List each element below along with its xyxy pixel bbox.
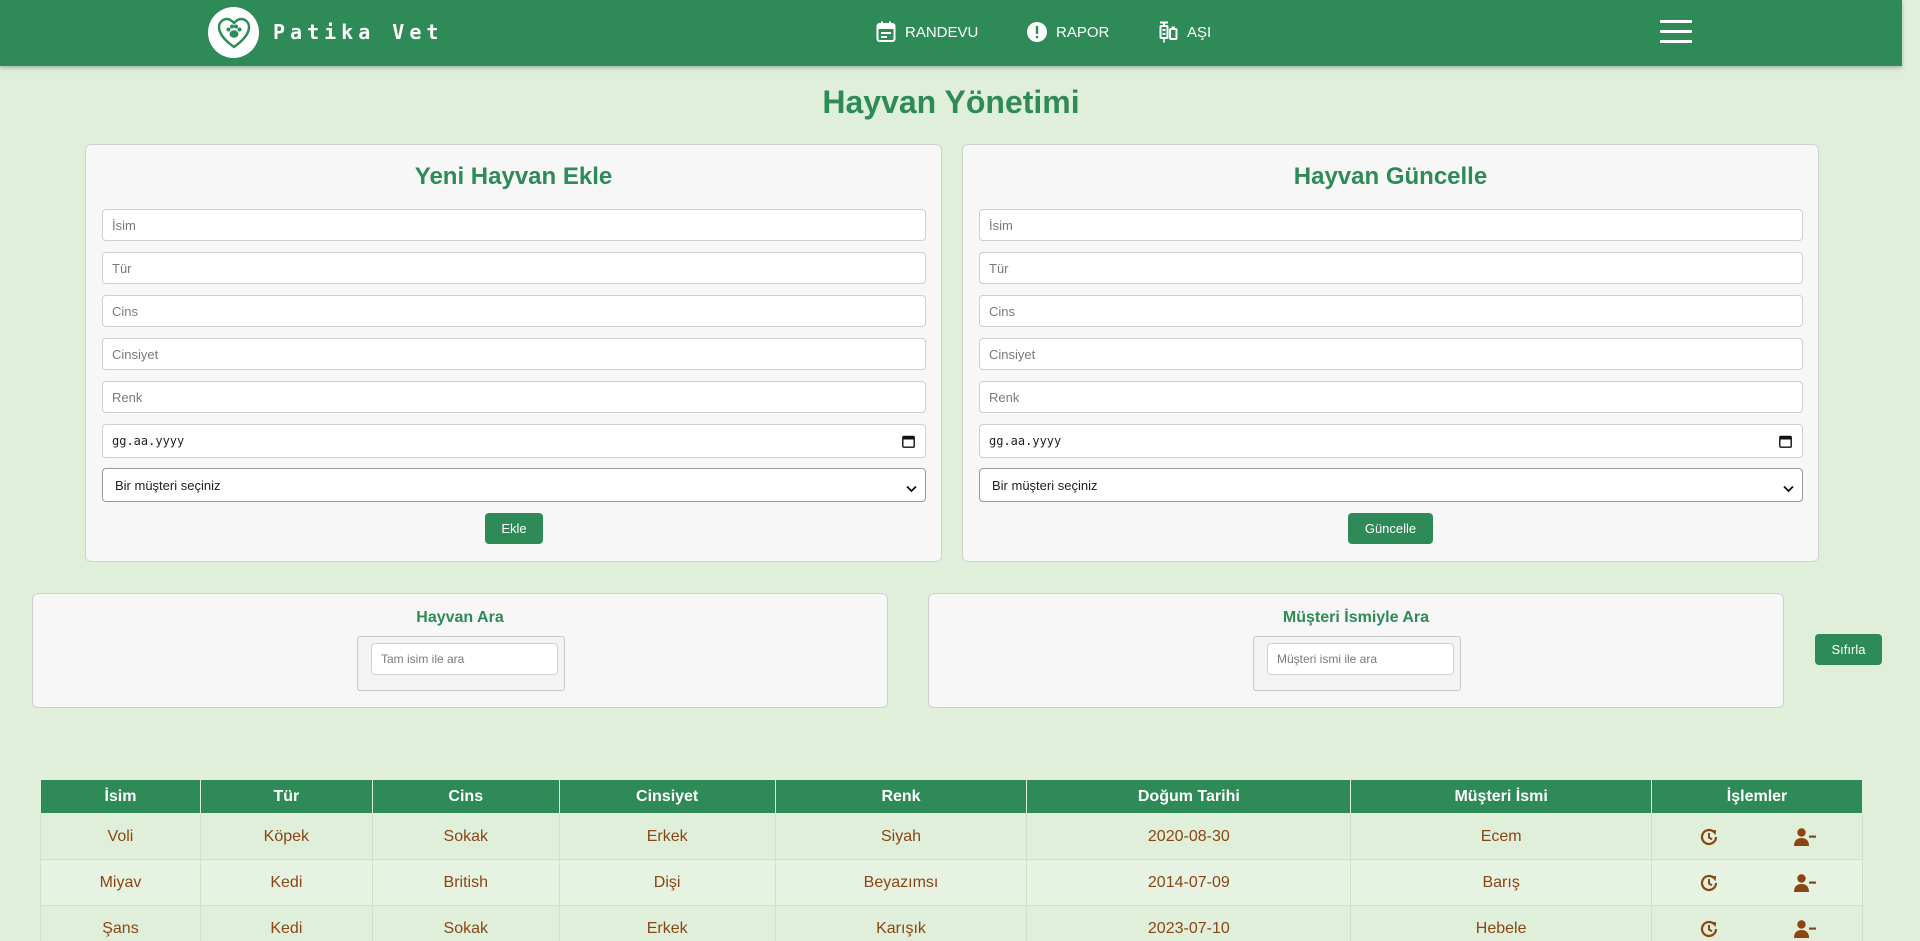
- cell-breed: British: [371, 859, 560, 906]
- nav-link-asi[interactable]: AŞI: [1158, 21, 1211, 43]
- header-actions: İşlemler: [1651, 779, 1863, 814]
- cell-customer: Hebele: [1350, 905, 1653, 941]
- search-animal-input[interactable]: [371, 643, 558, 675]
- cell-actions: [1651, 905, 1863, 941]
- cell-breed: Sokak: [371, 813, 560, 860]
- cell-species: Kedi: [199, 905, 373, 941]
- reset-button[interactable]: Sıfırla: [1815, 634, 1882, 665]
- cell-color: Siyah: [774, 813, 1028, 860]
- add-animal-form: Yeni Hayvan Ekle gg.aa.yyyy Bir müşteri …: [85, 144, 942, 562]
- table-row[interactable]: Miyav Kedi British Dişi Beyazımsı 2014-0…: [40, 859, 1863, 906]
- nav-label-asi: AŞI: [1187, 23, 1212, 41]
- search-animal-box: [357, 636, 565, 691]
- date-placeholder: gg.aa.yyyy: [989, 434, 1062, 448]
- paw-heart-logo-icon[interactable]: [208, 7, 259, 58]
- update-animal-form: Hayvan Güncelle gg.aa.yyyy Bir müşteri s…: [962, 144, 1819, 562]
- cell-name: Şans: [40, 905, 201, 941]
- animals-table: İsim Tür Cins Cinsiyet Renk Doğum Tarihi…: [40, 779, 1863, 941]
- remove-user-icon[interactable]: [1794, 873, 1817, 898]
- search-animal-title: Hayvan Ara: [416, 609, 504, 626]
- add-customer-select[interactable]: Bir müşteri seçiniz: [102, 468, 926, 502]
- cell-birthdate: 2023-07-10: [1026, 905, 1352, 941]
- update-color-input[interactable]: [979, 381, 1803, 413]
- cell-color: Beyazımsı: [774, 859, 1028, 906]
- chevron-down-icon: [1783, 481, 1794, 496]
- add-birthdate-input[interactable]: gg.aa.yyyy: [102, 424, 926, 458]
- cell-color: Karışık: [774, 905, 1028, 941]
- remove-user-icon[interactable]: [1794, 827, 1817, 852]
- history-update-icon[interactable]: [1699, 873, 1719, 898]
- header-gender[interactable]: Cinsiyet: [558, 779, 776, 814]
- syringe-icon: [1158, 21, 1178, 43]
- cell-name: Miyav: [40, 859, 201, 906]
- select-value: Bir müşteri seçiniz: [992, 477, 1098, 493]
- cell-gender: Dişi: [558, 859, 776, 906]
- update-customer-select[interactable]: Bir müşteri seçiniz: [979, 468, 1803, 502]
- nav-link-randevu[interactable]: RANDEVU: [876, 21, 978, 43]
- update-gender-input[interactable]: [979, 338, 1803, 370]
- select-value: Bir müşteri seçiniz: [115, 477, 221, 493]
- page-title: Hayvan Yönetimi: [822, 84, 1080, 120]
- nav-link-rapor[interactable]: RAPOR: [1027, 21, 1109, 43]
- search-customer-panel: Müşteri İsmiyle Ara: [928, 593, 1784, 708]
- brand-name[interactable]: Patika Vet: [273, 20, 443, 44]
- cell-breed: Sokak: [371, 905, 560, 941]
- header-customer[interactable]: Müşteri İsmi: [1350, 779, 1653, 814]
- add-name-input[interactable]: [102, 209, 926, 241]
- cell-name: Voli: [40, 813, 201, 860]
- hamburger-menu-icon[interactable]: [1660, 20, 1692, 44]
- add-color-input[interactable]: [102, 381, 926, 413]
- cell-customer: Barış: [1350, 859, 1653, 906]
- header-color[interactable]: Renk: [774, 779, 1028, 814]
- header-species[interactable]: Tür: [199, 779, 373, 814]
- top-navbar: Patika Vet RANDEVU RAPOR AŞI: [0, 0, 1902, 66]
- cell-gender: Erkek: [558, 905, 776, 941]
- search-customer-box: [1253, 636, 1461, 691]
- header-name[interactable]: İsim: [40, 779, 201, 814]
- update-button[interactable]: Güncelle: [1348, 513, 1433, 544]
- calendar-icon: [876, 21, 896, 43]
- update-form-title: Hayvan Güncelle: [1293, 163, 1488, 190]
- cell-actions: [1651, 859, 1863, 906]
- search-customer-input[interactable]: [1267, 643, 1454, 675]
- nav-label-randevu: RANDEVU: [905, 23, 979, 41]
- chevron-down-icon: [906, 481, 917, 496]
- cell-gender: Erkek: [558, 813, 776, 860]
- add-species-input[interactable]: [102, 252, 926, 284]
- cell-birthdate: 2014-07-09: [1026, 859, 1352, 906]
- header-breed[interactable]: Cins: [371, 779, 560, 814]
- add-button[interactable]: Ekle: [485, 513, 543, 544]
- update-breed-input[interactable]: [979, 295, 1803, 327]
- search-customer-title: Müşteri İsmiyle Ara: [1282, 609, 1430, 626]
- search-animal-panel: Hayvan Ara: [32, 593, 888, 708]
- update-name-input[interactable]: [979, 209, 1803, 241]
- add-gender-input[interactable]: [102, 338, 926, 370]
- nav-label-rapor: RAPOR: [1056, 23, 1110, 41]
- table-row[interactable]: Voli Köpek Sokak Erkek Siyah 2020-08-30 …: [40, 813, 1863, 860]
- calendar-picker-icon[interactable]: [902, 435, 915, 451]
- cell-customer: Ecem: [1350, 813, 1653, 860]
- date-placeholder: gg.aa.yyyy: [112, 434, 185, 448]
- history-update-icon[interactable]: [1699, 827, 1719, 852]
- table-row[interactable]: Şans Kedi Sokak Erkek Karışık 2023-07-10…: [40, 905, 1863, 941]
- cell-actions: [1651, 813, 1863, 860]
- cell-species: Kedi: [199, 859, 373, 906]
- remove-user-icon[interactable]: [1794, 919, 1817, 941]
- header-birthdate[interactable]: Doğum Tarihi: [1026, 779, 1352, 814]
- history-update-icon[interactable]: [1699, 919, 1719, 941]
- update-species-input[interactable]: [979, 252, 1803, 284]
- add-form-title: Yeni Hayvan Ekle: [414, 163, 613, 190]
- table-header-row: İsim Tür Cins Cinsiyet Renk Doğum Tarihi…: [40, 779, 1863, 814]
- update-birthdate-input[interactable]: gg.aa.yyyy: [979, 424, 1803, 458]
- cell-species: Köpek: [199, 813, 373, 860]
- cell-birthdate: 2020-08-30: [1026, 813, 1352, 860]
- alert-circle-icon: [1027, 22, 1047, 42]
- add-breed-input[interactable]: [102, 295, 926, 327]
- calendar-picker-icon[interactable]: [1779, 435, 1792, 451]
